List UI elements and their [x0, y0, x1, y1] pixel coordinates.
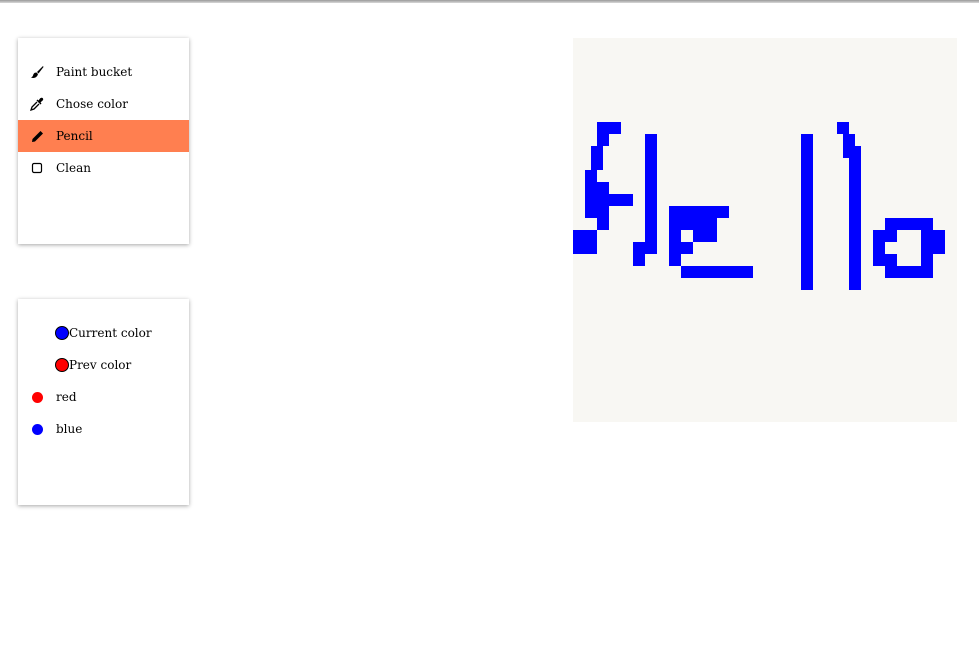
square-icon [18, 162, 56, 174]
brush-icon [18, 65, 56, 79]
blue-swatch [31, 423, 43, 435]
prev-color-label: Prev color [69, 358, 132, 372]
tool-chose-color[interactable]: Chose color [18, 88, 189, 120]
palette-color-red[interactable]: red [18, 381, 189, 413]
window-top-border [0, 0, 979, 3]
canvas-drawing [573, 122, 945, 290]
current-color-swatch [55, 326, 69, 340]
eyedropper-icon [18, 97, 56, 111]
palette-label: red [56, 390, 77, 404]
tool-clean[interactable]: Clean [18, 152, 189, 184]
drawing-canvas[interactable] [573, 38, 957, 422]
current-color: Current color [18, 317, 189, 349]
tools-panel: Paint bucket Chose color Pencil Clean [18, 38, 189, 244]
tool-label: Paint bucket [56, 65, 133, 79]
red-swatch [31, 391, 43, 403]
palette-label: blue [56, 422, 83, 436]
tool-label: Clean [56, 161, 92, 175]
pencil-icon [18, 130, 56, 143]
prev-color: Prev color [18, 349, 189, 381]
current-color-label: Current color [69, 326, 152, 340]
hand-drawn-strokes [573, 122, 945, 290]
tool-label: Pencil [56, 129, 93, 143]
prev-color-swatch [55, 358, 69, 372]
palette-color-blue[interactable]: blue [18, 413, 189, 445]
colors-panel: Current color Prev color red blue [18, 299, 189, 505]
tool-label: Chose color [56, 97, 128, 111]
tool-pencil[interactable]: Pencil [18, 120, 189, 152]
tool-paint-bucket[interactable]: Paint bucket [18, 56, 189, 88]
